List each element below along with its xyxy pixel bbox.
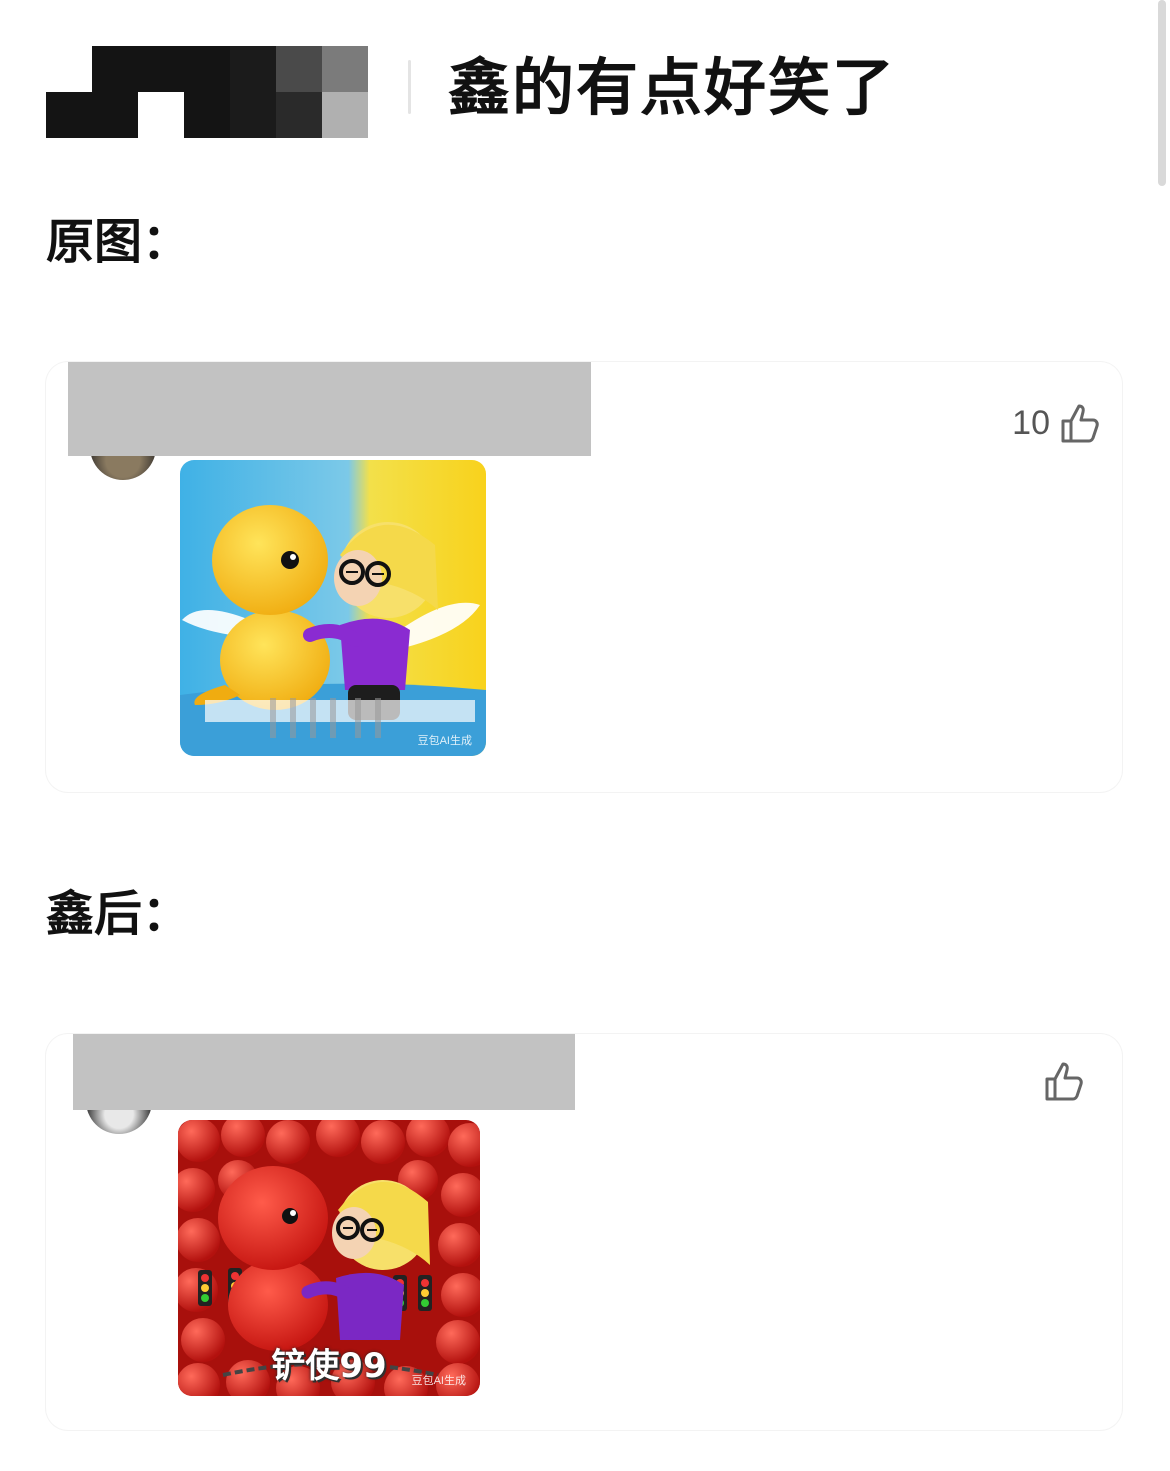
thumbs-up-icon: [1060, 402, 1100, 444]
redacted-username: [68, 362, 591, 456]
section-label-original: 原图：: [46, 214, 191, 270]
like-button[interactable]: 10: [1012, 402, 1100, 444]
meme-image-original[interactable]: 豆包AI生成: [180, 460, 486, 756]
like-count: 10: [1012, 403, 1050, 442]
redacted-username: [73, 1034, 575, 1110]
comment-card: 10 豆包AI生成: [46, 362, 1122, 792]
redacted-author-mosaic: [46, 46, 368, 138]
meme-image-edited[interactable]: 铲使99 豆包AI生成: [178, 1120, 480, 1396]
scrollbar[interactable]: [1158, 0, 1166, 186]
section-label-edited: 鑫后：: [46, 886, 191, 942]
comment-card: 铲使99 豆包AI生成: [46, 1034, 1122, 1430]
thumbs-up-icon: [1044, 1060, 1084, 1102]
image-watermark: 豆包AI生成: [417, 735, 472, 747]
header-divider: [408, 60, 411, 114]
post-title: 鑫的有点好笑了: [448, 51, 897, 124]
avatar[interactable]: [90, 456, 156, 480]
like-button[interactable]: [1034, 1060, 1084, 1102]
avatar[interactable]: [86, 1110, 152, 1134]
image-watermark: 豆包AI生成: [411, 1375, 466, 1387]
